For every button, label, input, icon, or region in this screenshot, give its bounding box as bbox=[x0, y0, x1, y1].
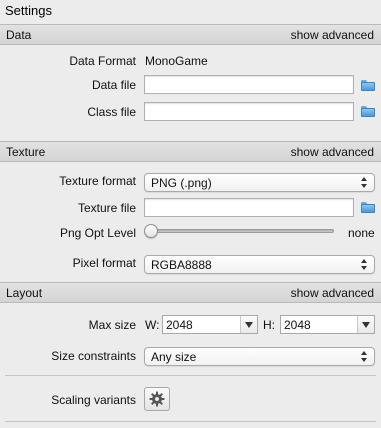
texture-file-label: Texture file bbox=[77, 201, 136, 215]
pixel-format-select[interactable]: RGBA8888 bbox=[144, 255, 375, 274]
max-size-height-combo[interactable]: 2048 bbox=[280, 315, 375, 334]
up-down-arrows-icon bbox=[361, 351, 368, 362]
max-size-height-value: 2048 bbox=[284, 318, 311, 332]
max-size-label: Max size bbox=[88, 318, 136, 332]
section-header-texture: Texture show advanced bbox=[0, 141, 381, 162]
max-size-width-prefix: W: bbox=[145, 318, 160, 332]
up-down-arrows-icon bbox=[361, 177, 368, 188]
section-header-layout: Layout show advanced bbox=[0, 282, 381, 303]
separator bbox=[5, 375, 376, 376]
pixel-format-value: RGBA8888 bbox=[151, 258, 212, 272]
data-file-input[interactable] bbox=[144, 75, 354, 94]
separator bbox=[5, 421, 376, 422]
png-opt-level-value: none bbox=[348, 226, 375, 240]
png-opt-level-slider-knob[interactable] bbox=[144, 224, 158, 238]
folder-icon[interactable] bbox=[361, 202, 375, 213]
pixel-format-label: Pixel format bbox=[72, 256, 136, 270]
texture-format-value: PNG (.png) bbox=[151, 176, 212, 190]
texture-format-select[interactable]: PNG (.png) bbox=[144, 173, 375, 192]
show-advanced-layout-link[interactable]: show advanced bbox=[291, 286, 374, 300]
chevron-down-icon[interactable] bbox=[357, 316, 374, 333]
folder-icon[interactable] bbox=[361, 106, 375, 117]
chevron-down-icon[interactable] bbox=[240, 316, 257, 333]
gear-icon bbox=[149, 391, 165, 407]
data-format-value: MonoGame bbox=[145, 54, 208, 68]
texture-file-input[interactable] bbox=[144, 198, 354, 217]
png-opt-level-slider-track[interactable] bbox=[146, 229, 334, 233]
class-file-input[interactable] bbox=[144, 102, 354, 121]
section-title-data: Data bbox=[6, 28, 32, 42]
section-title-texture: Texture bbox=[6, 145, 46, 159]
max-size-width-combo[interactable]: 2048 bbox=[162, 315, 258, 334]
data-format-label: Data Format bbox=[69, 54, 136, 68]
max-size-height-prefix: H: bbox=[263, 318, 275, 332]
size-constraints-select[interactable]: Any size bbox=[144, 347, 375, 366]
folder-icon[interactable] bbox=[361, 80, 375, 91]
data-file-label: Data file bbox=[91, 78, 136, 92]
scaling-variants-label: Scaling variants bbox=[51, 393, 136, 407]
section-title-layout: Layout bbox=[6, 286, 43, 300]
png-opt-level-label: Png Opt Level bbox=[59, 226, 136, 240]
panel-title: Settings bbox=[5, 3, 52, 18]
scaling-variants-button[interactable] bbox=[144, 387, 170, 411]
max-size-width-value: 2048 bbox=[166, 318, 193, 332]
up-down-arrows-icon bbox=[361, 259, 368, 270]
show-advanced-data-link[interactable]: show advanced bbox=[291, 28, 374, 42]
size-constraints-label: Size constraints bbox=[51, 349, 136, 363]
show-advanced-texture-link[interactable]: show advanced bbox=[291, 145, 374, 159]
texture-format-label: Texture format bbox=[59, 174, 136, 188]
size-constraints-value: Any size bbox=[151, 350, 197, 364]
section-header-data: Data show advanced bbox=[0, 24, 381, 45]
class-file-label: Class file bbox=[87, 105, 136, 119]
